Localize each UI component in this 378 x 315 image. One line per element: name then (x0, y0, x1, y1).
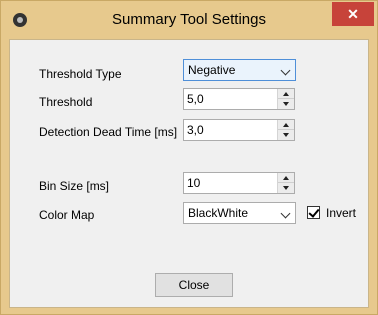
threshold-type-label: Threshold Type (39, 67, 122, 81)
close-window-button[interactable]: ✕ (332, 2, 374, 26)
invert-label[interactable]: Invert (326, 206, 356, 220)
spin-up-icon[interactable] (278, 173, 294, 183)
invert-checkbox[interactable] (307, 206, 320, 219)
threshold-type-select[interactable]: Negative (183, 59, 296, 81)
dialog-window: Summary Tool Settings ✕ Threshold Type N… (0, 0, 378, 315)
dead-time-stepper[interactable]: 3,0 (183, 119, 295, 141)
spin-down-icon[interactable] (278, 99, 294, 109)
threshold-stepper[interactable]: 5,0 (183, 88, 295, 110)
spin-up-icon[interactable] (278, 120, 294, 130)
bin-size-label: Bin Size [ms] (39, 179, 110, 193)
chevron-down-icon (280, 65, 291, 76)
dead-time-label: Detection Dead Time [ms] (39, 125, 178, 139)
dead-time-value: 3,0 (187, 123, 204, 137)
spin-down-icon[interactable] (278, 130, 294, 140)
bin-size-spin-buttons (277, 173, 294, 193)
title-bar[interactable]: Summary Tool Settings ✕ (1, 1, 377, 39)
close-icon: ✕ (347, 6, 359, 22)
close-button[interactable]: Close (155, 273, 233, 297)
threshold-label: Threshold (39, 95, 93, 109)
chevron-down-icon (280, 208, 291, 219)
bin-size-stepper[interactable]: 10 (183, 172, 295, 194)
dead-time-spin-buttons (277, 120, 294, 140)
threshold-value: 5,0 (187, 92, 204, 106)
bin-size-value: 10 (187, 176, 201, 190)
dialog-body: Threshold Type Negative Threshold 5,0 De… (9, 39, 369, 308)
color-map-value: BlackWhite (188, 206, 249, 220)
spin-up-icon[interactable] (278, 89, 294, 99)
window-title: Summary Tool Settings (112, 11, 266, 28)
threshold-spin-buttons (277, 89, 294, 109)
threshold-type-value: Negative (188, 63, 236, 77)
color-map-select[interactable]: BlackWhite (183, 202, 296, 224)
color-map-label: Color Map (39, 208, 95, 222)
spin-down-icon[interactable] (278, 183, 294, 193)
